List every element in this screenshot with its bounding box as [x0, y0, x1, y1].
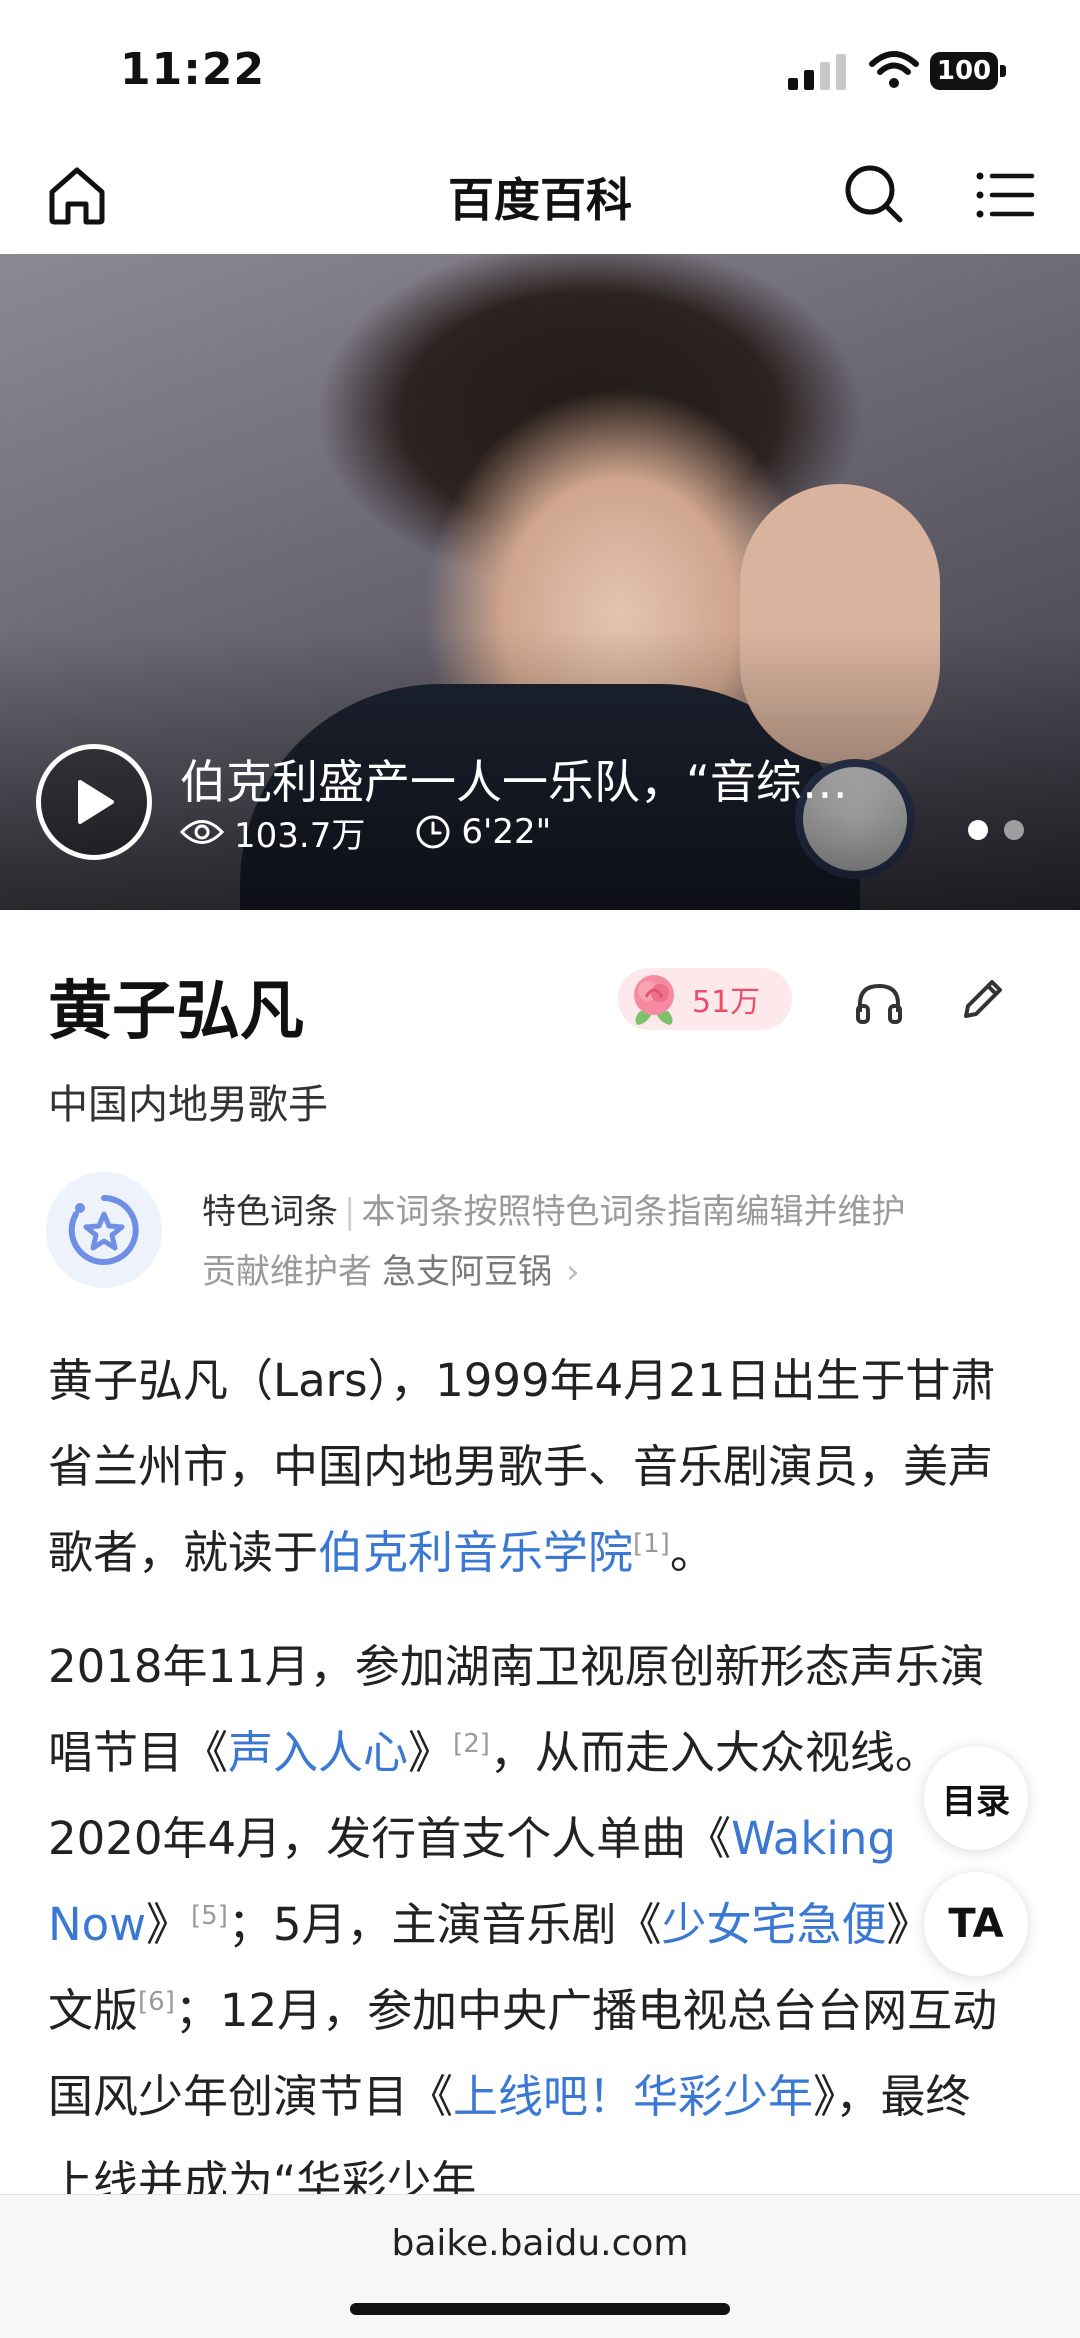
featured-notice: 特色词条 | 本词条按照特色词条指南编辑并维护 [202, 1184, 905, 1233]
play-button[interactable] [36, 744, 152, 860]
maintainer-name[interactable]: 急支阿豆锅 [382, 1252, 552, 1292]
reference-marker[interactable]: [2] [453, 1729, 490, 1759]
video-meta: 103.7万 6'22" [180, 810, 601, 856]
eye-icon [180, 820, 224, 844]
url-text[interactable]: baike.baidu.com [0, 2223, 1080, 2264]
edit-icon[interactable] [952, 972, 1010, 1030]
headphones-icon[interactable] [850, 974, 908, 1032]
browser-url-bar[interactable]: baike.baidu.com [0, 2194, 1080, 2338]
play-icon [78, 780, 114, 824]
clock-icon [416, 815, 450, 849]
featured-description: 本词条按照特色词条指南编辑并维护 [361, 1192, 906, 1232]
top-nav-bar: 百度百科 [0, 150, 1080, 254]
chevron-right-icon: › [566, 1252, 580, 1292]
like-button[interactable]: 51万 [618, 968, 792, 1030]
cellular-signal-icon [788, 54, 846, 90]
entry-subtitle: 中国内地男歌手 [48, 1082, 328, 1128]
maintainer-label: 贡献维护者 [202, 1252, 372, 1292]
link-berklee[interactable]: 伯克利音乐学院 [318, 1526, 633, 1579]
video-banner[interactable]: 伯克利盛产一人一乐队，“音综… 103.7万 6'22" [0, 254, 1080, 910]
link-kiki-delivery[interactable]: 少女宅急便 [662, 1898, 887, 1951]
home-indicator[interactable] [350, 2303, 730, 2315]
carousel-dot[interactable] [968, 820, 988, 840]
entry-title: 黄子弘凡 [48, 975, 304, 1049]
career-paragraph: 2018年11月，参加湖南卫视原创新形态声乐演唱节目《声入人心》[2]，从而走入… [48, 1640, 998, 2209]
search-icon[interactable] [838, 158, 908, 228]
rose-icon [634, 975, 674, 1025]
link-huacai-shaonian[interactable]: 上线吧！华彩少年 [453, 2070, 813, 2123]
status-time: 11:22 [120, 44, 266, 95]
featured-star-icon [68, 1195, 139, 1265]
summary-paragraph: 黄子弘凡（Lars），1999年4月21日出生于甘肃省兰州市，中国内地男歌手、音… [48, 1354, 996, 1579]
reference-marker[interactable]: [5] [191, 1901, 228, 1931]
ta-button[interactable]: TA [924, 1872, 1028, 1976]
link-sheng-ru-ren-xin[interactable]: 声入人心 [228, 1726, 408, 1779]
wifi-icon [869, 51, 919, 88]
video-views: 103.7万 [234, 815, 366, 856]
reference-marker[interactable]: [1] [633, 1529, 670, 1559]
status-bar: 11:22 100 [0, 0, 1080, 150]
carousel-dots[interactable] [968, 820, 1040, 840]
like-count: 51万 [692, 985, 761, 1020]
reference-marker[interactable]: [6] [138, 1987, 175, 2017]
featured-badge [46, 1172, 162, 1288]
menu-icon[interactable] [970, 160, 1040, 230]
page-title: 百度百科 [448, 173, 632, 227]
battery-icon: 100 [930, 52, 1006, 90]
battery-level: 100 [930, 52, 998, 90]
maintainer-link[interactable]: 贡献维护者 急支阿豆锅 › [202, 1244, 580, 1293]
featured-separator: | [344, 1192, 356, 1232]
video-title[interactable]: 伯克利盛产一人一乐队，“音综… [180, 746, 920, 812]
table-of-contents-button[interactable]: 目录 [924, 1746, 1028, 1850]
video-duration: 6'22" [461, 812, 552, 852]
featured-label: 特色词条 [202, 1192, 338, 1232]
carousel-dot[interactable] [1004, 820, 1024, 840]
